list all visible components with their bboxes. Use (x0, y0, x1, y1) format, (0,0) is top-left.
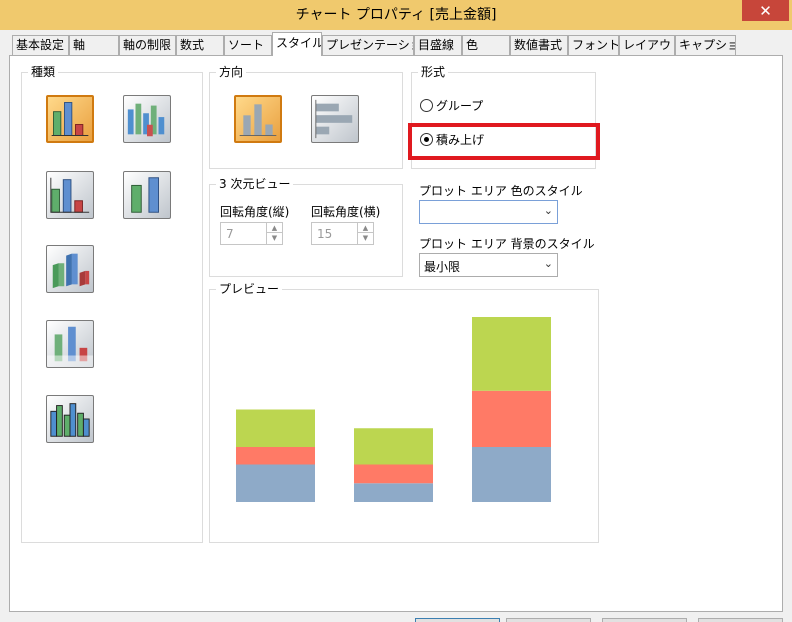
close-button[interactable]: ✕ (742, 0, 789, 21)
chevron-down-icon: ⌄ (543, 257, 553, 270)
dialog-client: 基本設定 軸 軸の制限 数式 ソート スタイル プレゼンテーション 目盛線 色 … (0, 30, 792, 622)
tab-axis[interactable]: 軸 (69, 35, 119, 55)
bar-segment-1-1 (354, 464, 433, 484)
apply-button[interactable] (602, 618, 687, 622)
tab-label: フォント (572, 38, 619, 52)
tab-label: 軸 (73, 38, 86, 52)
tab-color[interactable]: 色 (462, 35, 510, 55)
bar-segment-2-0 (472, 447, 551, 502)
tab-caption[interactable]: キャプション (675, 35, 736, 55)
tab-sort[interactable]: ソート (224, 35, 272, 55)
radio-button[interactable] (420, 99, 433, 112)
bar-3d-tall-icon[interactable] (123, 171, 171, 219)
title-bar: チャート プロパティ [売上金額] ✕ (0, 0, 792, 30)
vertical-angle-value: 7 (226, 227, 234, 241)
tab-basic-settings[interactable]: 基本設定 (12, 35, 69, 55)
horizontal-angle-value: 15 (317, 227, 333, 241)
window-title: チャート プロパティ [売上金額] (295, 7, 497, 23)
spinner-buttons[interactable]: ▲ ▼ (266, 223, 282, 244)
spin-up-icon[interactable]: ▲ (358, 223, 373, 233)
bar-segment-0-2 (236, 409, 315, 447)
bar-segment-2-2 (472, 317, 551, 391)
plot-area-background-dropdown[interactable]: 最小限 ⌄ (419, 253, 558, 277)
radio-group-label: グループ (436, 99, 484, 113)
plot-area-background-label: プロット エリア 背景のスタイル (419, 237, 595, 251)
spin-down-icon[interactable]: ▼ (358, 233, 373, 243)
tab-label: 色 (466, 38, 479, 52)
chevron-down-icon: ⌄ (543, 204, 553, 217)
tab-layout[interactable]: レイアウト (619, 35, 675, 55)
tab-label: 数値書式 (514, 38, 563, 52)
tab-font[interactable]: フォント (568, 35, 619, 55)
horizontal-angle-spinner[interactable]: 15 ▲ ▼ (311, 222, 374, 245)
tab-number-format[interactable]: 数値書式 (510, 35, 568, 55)
bar-3d-cylinder-icon[interactable] (123, 95, 171, 143)
tab-label: レイアウト (623, 38, 674, 52)
tab-expressions[interactable]: 数式 (176, 35, 224, 55)
tab-label: 目盛線 (418, 38, 455, 52)
vertical-angle-spinner[interactable]: 7 ▲ ▼ (220, 222, 283, 245)
bar-segment-2-1 (472, 390, 551, 447)
horizontal-angle-label: 回転角度(横) (311, 205, 381, 219)
preview-chart (236, 317, 551, 502)
tab-gridlines[interactable]: 目盛線 (414, 35, 462, 55)
view-3d-label: 3 次元ビュー (216, 177, 294, 191)
view-3d-group: 3 次元ビュー 回転角度(縦) 回転角度(横) 7 ▲ ▼ 15 ▲ ▼ (209, 177, 403, 277)
bar-segment-0-0 (236, 464, 315, 502)
format-label: 形式 (418, 65, 449, 79)
tab-label: 基本設定 (16, 38, 65, 52)
tab-axis-limits[interactable]: 軸の制限 (119, 35, 176, 55)
tab-presentation[interactable]: プレゼンテーション (322, 35, 414, 55)
tab-label: ソート (228, 38, 265, 52)
tab-label: 数式 (180, 38, 205, 52)
bar-3d-perspective-icon[interactable] (46, 245, 94, 293)
close-icon: ✕ (759, 1, 772, 20)
orientation-label: 方向 (216, 65, 247, 79)
tab-label: 軸の制限 (123, 38, 172, 52)
style-tab-panel: 種類 方向 形式 グループ 積み上げ 3 次元ビュー 回転角度(縦) 回転角度(… (9, 55, 783, 612)
bar-segment-1-0 (354, 483, 433, 502)
plot-area-color-dropdown[interactable]: ⌄ (419, 200, 558, 224)
bar-3d-box-icon[interactable] (46, 171, 94, 219)
bar-segment-0-1 (236, 447, 315, 465)
radio-group[interactable]: グループ (420, 97, 483, 114)
help-button[interactable] (698, 618, 783, 622)
vertical-bars-icon[interactable] (234, 95, 282, 143)
spinner-buttons[interactable]: ▲ ▼ (357, 223, 373, 244)
preview-group: プレビュー (209, 282, 599, 543)
bar-2d-icon[interactable] (46, 95, 94, 143)
chart-type-group: 種類 (21, 65, 203, 543)
plot-area-background-value: 最小限 (424, 260, 461, 274)
chart-type-label: 種類 (28, 65, 59, 79)
tab-label: キャプション (679, 38, 735, 52)
bar-3d-faded-icon[interactable] (46, 320, 94, 368)
spin-down-icon[interactable]: ▼ (267, 233, 282, 243)
orientation-group: 方向 (209, 65, 403, 169)
highlight-annotation (408, 123, 600, 160)
vertical-angle-label: 回転角度(縦) (220, 205, 290, 219)
ok-button[interactable] (415, 618, 500, 622)
tab-style[interactable]: スタイル (272, 32, 322, 56)
plot-area-color-label: プロット エリア 色のスタイル (419, 184, 583, 198)
tab-label: プレゼンテーション (326, 38, 413, 52)
bar-3d-cluster-icon[interactable] (46, 395, 94, 443)
tab-label: スタイル (276, 36, 322, 50)
horizontal-bars-icon[interactable] (311, 95, 359, 143)
bar-segment-1-2 (354, 428, 433, 465)
cancel-button[interactable] (506, 618, 591, 622)
spin-up-icon[interactable]: ▲ (267, 223, 282, 233)
